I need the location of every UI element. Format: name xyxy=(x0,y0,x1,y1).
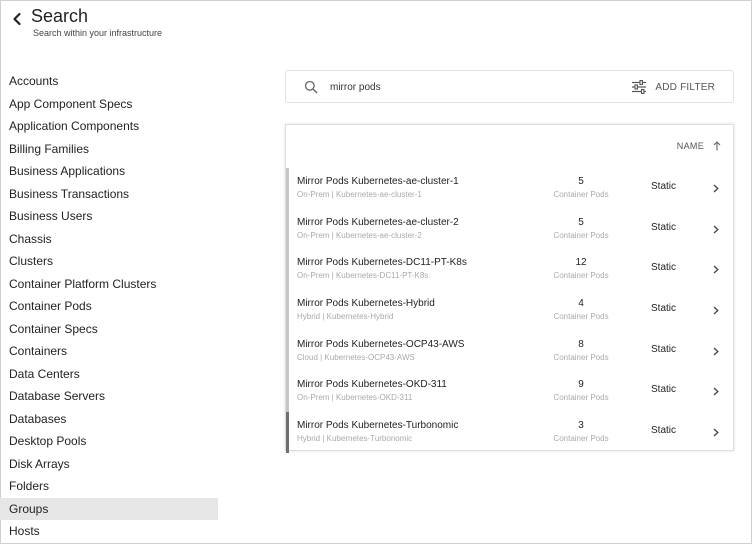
group-type: Static xyxy=(651,425,677,437)
member-type: Container Pods xyxy=(553,230,609,240)
sliders-icon xyxy=(632,80,647,94)
back-chevron-icon[interactable] xyxy=(10,12,24,26)
group-name: Mirror Pods Kubernetes-DC11-PT-K8s xyxy=(297,257,467,269)
member-type: Container Pods xyxy=(553,271,609,281)
chevron-right-icon[interactable] xyxy=(713,347,719,356)
results-panel: NAME Mirror Pods Kubernetes-ae-cluster-1… xyxy=(285,124,734,453)
sidebar-item-application-components[interactable]: Application Components xyxy=(0,115,218,138)
sidebar-item-containers[interactable]: Containers xyxy=(0,340,218,363)
sidebar-item-container-platform-clusters[interactable]: Container Platform Clusters xyxy=(0,273,218,296)
sidebar-item-business-applications[interactable]: Business Applications xyxy=(0,160,218,183)
chevron-right-icon[interactable] xyxy=(713,306,719,315)
sidebar-item-hosts[interactable]: Hosts xyxy=(0,520,218,543)
member-count: 8 xyxy=(578,338,584,350)
group-name: Mirror Pods Kubernetes-OKD-311 xyxy=(297,379,447,391)
group-type: Static xyxy=(651,181,677,192)
chevron-right-icon[interactable] xyxy=(713,184,719,193)
sidebar-item-disk-arrays[interactable]: Disk Arrays xyxy=(0,453,218,476)
sidebar-item-data-centers[interactable]: Data Centers xyxy=(0,363,218,386)
group-type: Static xyxy=(651,221,677,233)
sort-label: NAME xyxy=(676,141,704,151)
sidebar-item-container-specs[interactable]: Container Specs xyxy=(0,318,218,341)
group-details: On-Prem | Kubernetes-DC11-PT-K8s xyxy=(297,271,429,281)
arrow-up-icon xyxy=(713,141,721,151)
sidebar-item-chassis[interactable]: Chassis xyxy=(0,228,218,251)
chevron-right-icon[interactable] xyxy=(713,387,719,396)
sidebar-item-business-users[interactable]: Business Users xyxy=(0,205,218,228)
member-count: 5 xyxy=(578,216,584,228)
results-list: Mirror Pods Kubernetes-ae-cluster-1 On-P… xyxy=(286,168,733,453)
result-row[interactable]: Mirror Pods Kubernetes-Hybrid Hybrid | K… xyxy=(286,290,733,331)
chevron-right-icon[interactable] xyxy=(713,265,719,274)
group-type: Static xyxy=(651,343,677,355)
search-bar: ADD FILTER xyxy=(285,70,734,103)
group-details: On-Prem | Kubernetes-ae-cluster-1 xyxy=(297,190,422,199)
group-details: On-Prem | Kubernetes-OKD-311 xyxy=(297,393,413,403)
entity-type-list: Accounts App Component Specs Application… xyxy=(0,70,218,543)
group-details: Hybrid | Kubernetes-Turbonomic xyxy=(297,434,413,444)
member-count: 4 xyxy=(578,298,584,310)
sidebar-item-business-transactions[interactable]: Business Transactions xyxy=(0,183,218,206)
search-input[interactable] xyxy=(330,77,570,97)
group-details: On-Prem | Kubernetes-ae-cluster-2 xyxy=(297,230,422,240)
member-type: Container Pods xyxy=(553,190,609,199)
result-row[interactable]: Mirror Pods Kubernetes-Turbonomic Hybrid… xyxy=(286,412,733,453)
sidebar-item-folders[interactable]: Folders xyxy=(0,475,218,498)
chevron-right-icon[interactable] xyxy=(713,428,719,437)
group-name: Mirror Pods Kubernetes-Turbonomic xyxy=(297,420,459,432)
sidebar-item-database-servers[interactable]: Database Servers xyxy=(0,385,218,408)
result-row[interactable]: Mirror Pods Kubernetes-OCP43-AWS Cloud |… xyxy=(286,330,733,372)
sidebar-item-desktop-pools[interactable]: Desktop Pools xyxy=(0,430,218,453)
result-row[interactable]: Mirror Pods Kubernetes-ae-cluster-1 On-P… xyxy=(286,168,733,209)
group-name: Mirror Pods Kubernetes-ae-cluster-1 xyxy=(297,176,459,187)
result-row[interactable]: Mirror Pods Kubernetes-DC11-PT-K8s On-Pr… xyxy=(286,249,733,291)
sidebar-item-databases[interactable]: Databases xyxy=(0,408,218,431)
member-type: Container Pods xyxy=(553,312,609,322)
result-row[interactable]: Mirror Pods Kubernetes-ae-cluster-2 On-P… xyxy=(286,208,733,250)
group-details: Hybrid | Kubernetes-Hybrid xyxy=(297,312,394,322)
add-filter-label: ADD FILTER xyxy=(655,81,715,93)
group-name: Mirror Pods Kubernetes-Hybrid xyxy=(297,298,435,310)
sidebar-item-groups[interactable]: Groups xyxy=(0,497,218,520)
group-details: Cloud | Kubernetes-OCP43-AWS xyxy=(297,352,415,362)
search-icon xyxy=(304,80,318,94)
group-name: Mirror Pods Kubernetes-ae-cluster-2 xyxy=(297,216,459,228)
sidebar-item-container-pods[interactable]: Container Pods xyxy=(0,295,218,318)
group-type: Static xyxy=(651,303,677,315)
sort-by-name-button[interactable]: NAME xyxy=(677,141,721,151)
sidebar-item-clusters[interactable]: Clusters xyxy=(0,250,218,273)
member-count: 9 xyxy=(578,379,584,391)
page-subtitle: Search within your infrastructure xyxy=(33,28,163,38)
group-type: Static xyxy=(651,262,677,274)
group-name: Mirror Pods Kubernetes-OCP43-AWS xyxy=(297,338,465,350)
group-type: Static xyxy=(651,384,677,396)
member-type: Container Pods xyxy=(553,352,609,362)
sidebar-item-accounts[interactable]: Accounts xyxy=(0,70,218,93)
member-count: 12 xyxy=(575,257,587,269)
add-filter-button[interactable]: ADD FILTER xyxy=(631,79,715,95)
page-title: Search xyxy=(31,6,89,26)
sidebar-item-app-component-specs[interactable]: App Component Specs xyxy=(0,93,218,116)
member-type: Container Pods xyxy=(553,393,609,403)
result-row[interactable]: Mirror Pods Kubernetes-OKD-311 On-Prem |… xyxy=(286,371,733,413)
member-count: 3 xyxy=(578,420,584,432)
chevron-right-icon[interactable] xyxy=(713,225,719,234)
sidebar-item-billing-families[interactable]: Billing Families xyxy=(0,138,218,161)
member-type: Container Pods xyxy=(553,434,609,444)
member-count: 5 xyxy=(578,176,584,187)
